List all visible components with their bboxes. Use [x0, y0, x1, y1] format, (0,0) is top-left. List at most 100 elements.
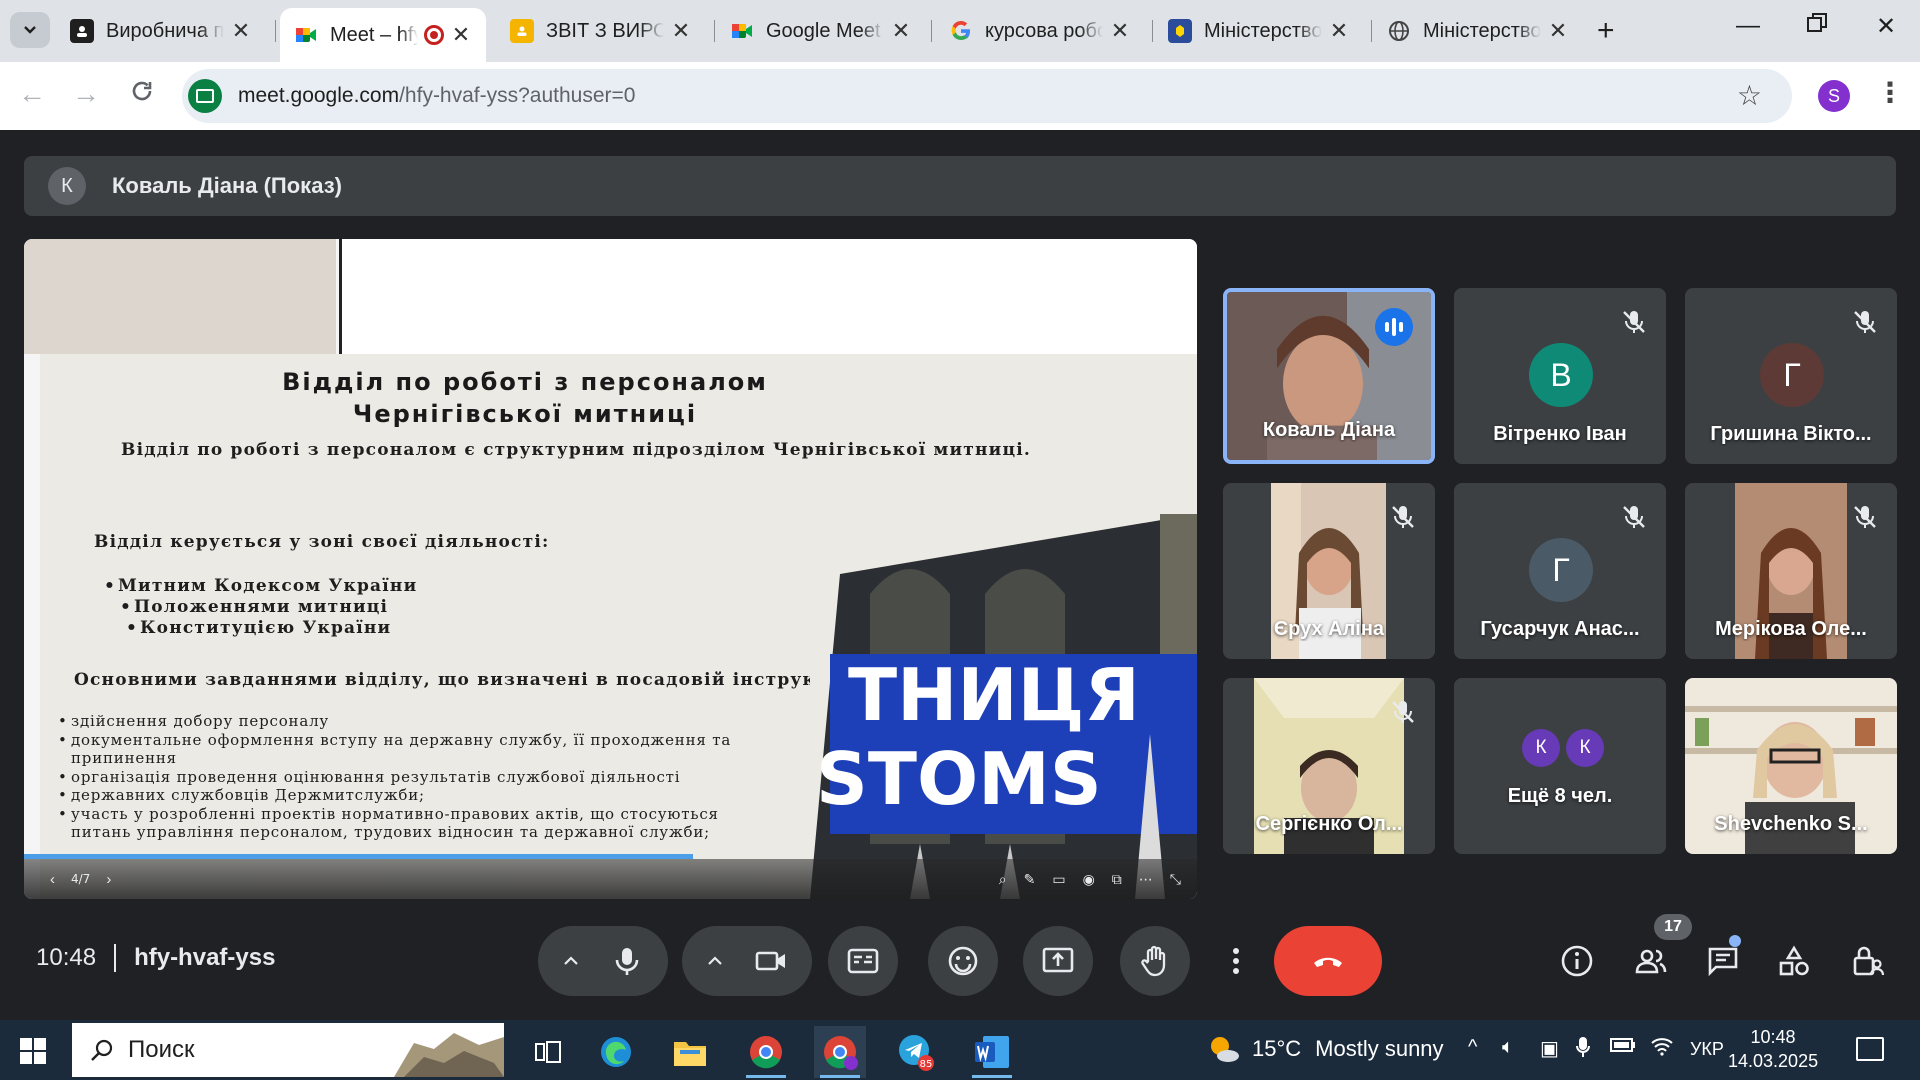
- captions-button[interactable]: [828, 926, 898, 996]
- tab-vyrobnycha[interactable]: Виробнича п ✕: [56, 8, 266, 54]
- microphone-icon[interactable]: [610, 944, 644, 978]
- list-item: Митним Кодексом України: [104, 576, 417, 597]
- weather-widget[interactable]: 15°C Mostly sunny: [1206, 1032, 1444, 1066]
- next-slide-icon[interactable]: ›: [106, 871, 111, 888]
- search-highlight-image: [384, 1023, 504, 1077]
- tab-divider: [1371, 20, 1372, 42]
- close-icon[interactable]: ✕: [670, 18, 692, 44]
- minimize-button[interactable]: —: [1728, 12, 1768, 40]
- participant-tile-vitrenko[interactable]: В Вітренко Іван: [1454, 288, 1666, 464]
- pen-icon[interactable]: ✎: [1024, 871, 1036, 888]
- browser-menu-icon[interactable]: ⋮: [1876, 76, 1904, 109]
- close-icon[interactable]: ✕: [890, 18, 912, 44]
- windows-start-button[interactable]: [20, 1038, 46, 1064]
- participant-tile-merikova[interactable]: Мерікова Оле...: [1685, 483, 1897, 659]
- chrome-icon: [750, 1036, 782, 1069]
- activities-button[interactable]: [1773, 940, 1815, 982]
- tab-search-button[interactable]: [10, 12, 50, 48]
- present-button[interactable]: [1023, 926, 1093, 996]
- participant-tile-yerukh[interactable]: Єрух Аліна: [1223, 483, 1435, 659]
- close-window-button[interactable]: ✕: [1866, 12, 1906, 41]
- lock-person-icon: [1853, 946, 1884, 976]
- pip-icon[interactable]: ⧉: [1112, 871, 1122, 888]
- tab-google-meet[interactable]: Google Meet ✕: [716, 8, 926, 54]
- mic-off-icon: [1392, 701, 1414, 723]
- new-tab-button[interactable]: +: [1597, 14, 1615, 48]
- close-icon[interactable]: ✕: [1109, 18, 1131, 44]
- participant-tile-more[interactable]: К К Ещё 8 чел.: [1454, 678, 1666, 854]
- mic-off-icon: [1623, 311, 1645, 333]
- file-explorer-taskbar-app[interactable]: [664, 1026, 716, 1078]
- more-options-button[interactable]: [1212, 926, 1260, 996]
- word-taskbar-app[interactable]: [966, 1026, 1018, 1078]
- photo-sign-line-1: ТНИЦЯ: [848, 653, 1140, 737]
- participant-avatar: Г: [1760, 343, 1824, 407]
- tab-kursova[interactable]: курсова робо ✕: [935, 8, 1145, 54]
- people-button[interactable]: [1630, 940, 1672, 982]
- prev-slide-icon[interactable]: ‹: [50, 871, 55, 888]
- more-options-icon[interactable]: ⋯: [1139, 871, 1153, 888]
- participant-name: Єрух Аліна: [1273, 618, 1385, 640]
- chrome-profile-taskbar-app[interactable]: [814, 1026, 866, 1078]
- mic-off-icon: [1854, 311, 1876, 333]
- chevron-up-icon[interactable]: [706, 952, 724, 970]
- participant-tile-shevchenko[interactable]: Shevchenko S...: [1685, 678, 1897, 854]
- address-bar[interactable]: meet.google.com/hfy-hvaf-yss?authuser=0 …: [182, 69, 1792, 123]
- close-icon[interactable]: ✕: [230, 18, 252, 44]
- taskbar-search-box[interactable]: Поиск: [72, 1023, 504, 1077]
- chrome-taskbar-app[interactable]: [740, 1026, 792, 1078]
- close-icon[interactable]: ✕: [450, 22, 472, 48]
- tab-zvit[interactable]: ЗВІТ З ВИРОБ ✕: [496, 8, 706, 54]
- more-vert-icon: [1233, 948, 1239, 974]
- slide-tasks-heading: Основними завданнями відділу, що визначе…: [74, 670, 879, 690]
- bookmark-star-icon[interactable]: ☆: [1737, 79, 1762, 112]
- leave-call-button[interactable]: [1274, 926, 1382, 996]
- participant-tile-koval[interactable]: Коваль Діана: [1223, 288, 1435, 464]
- wifi-icon[interactable]: [1650, 1036, 1674, 1062]
- battery-icon[interactable]: [1610, 1036, 1636, 1059]
- edge-icon: [601, 1037, 631, 1067]
- shared-screen[interactable]: Відділ по роботі з персоналом Чернігівсь…: [24, 239, 1197, 899]
- camera-icon[interactable]: [754, 944, 788, 978]
- word-icon: [975, 1036, 1009, 1068]
- zoom-icon[interactable]: ⌕: [999, 871, 1007, 888]
- participant-tile-husarchuk[interactable]: Г Гусарчук Анас...: [1454, 483, 1666, 659]
- meeting-time: 10:48: [36, 944, 97, 971]
- raise-hand-button[interactable]: [1120, 926, 1190, 996]
- exit-fullscreen-icon[interactable]: ⤡: [1170, 871, 1181, 888]
- notifications-icon[interactable]: [1856, 1037, 1884, 1061]
- show-hidden-icons[interactable]: ^: [1468, 1036, 1477, 1059]
- close-icon[interactable]: ✕: [1547, 18, 1569, 44]
- profile-avatar[interactable]: S: [1818, 80, 1850, 112]
- captions-icon[interactable]: ▭: [1052, 871, 1065, 888]
- meet-tray-icon[interactable]: ▣: [1540, 1036, 1559, 1061]
- audio-icon[interactable]: ◉: [1083, 871, 1095, 888]
- tab-meet-active[interactable]: Meet – hfy ✕: [280, 8, 486, 62]
- chevron-up-icon[interactable]: [562, 952, 580, 970]
- forward-button[interactable]: →: [66, 78, 106, 110]
- system-clock[interactable]: 10:48 14.03.2025: [1728, 1025, 1818, 1073]
- host-controls-button[interactable]: [1846, 940, 1888, 982]
- tab-ministry-1[interactable]: Міністерство ✕: [1154, 8, 1364, 54]
- meeting-details-button[interactable]: [1556, 940, 1598, 982]
- site-info-icon[interactable]: [188, 79, 222, 113]
- input-language[interactable]: УКР: [1690, 1039, 1724, 1060]
- restore-button[interactable]: [1797, 12, 1837, 41]
- reactions-button[interactable]: [928, 926, 998, 996]
- reload-button[interactable]: [122, 78, 162, 111]
- participant-tile-serhiienko[interactable]: Сергієнко Ол...: [1223, 678, 1435, 854]
- participant-name: Коваль Діана: [1262, 419, 1396, 441]
- presenter-avatar: К: [48, 167, 86, 205]
- edge-taskbar-app[interactable]: [590, 1026, 642, 1078]
- microphone-tray-icon[interactable]: [1576, 1036, 1590, 1064]
- speaker-icon[interactable]: 🔈︎: [1502, 1036, 1514, 1059]
- participant-tile-hryshyna[interactable]: Г Гришина Вікто...: [1685, 288, 1897, 464]
- slide-intro: Відділ по роботі з персоналом є структур…: [121, 440, 1031, 460]
- emoji-icon: [948, 946, 978, 976]
- close-icon[interactable]: ✕: [1328, 18, 1350, 44]
- telegram-taskbar-app[interactable]: 85: [890, 1026, 942, 1078]
- task-view-button[interactable]: [522, 1026, 574, 1078]
- back-button[interactable]: ←: [12, 78, 52, 110]
- telegram-badge: 85: [920, 1059, 933, 1070]
- tab-ministry-2[interactable]: Міністерство ✕: [1373, 8, 1583, 54]
